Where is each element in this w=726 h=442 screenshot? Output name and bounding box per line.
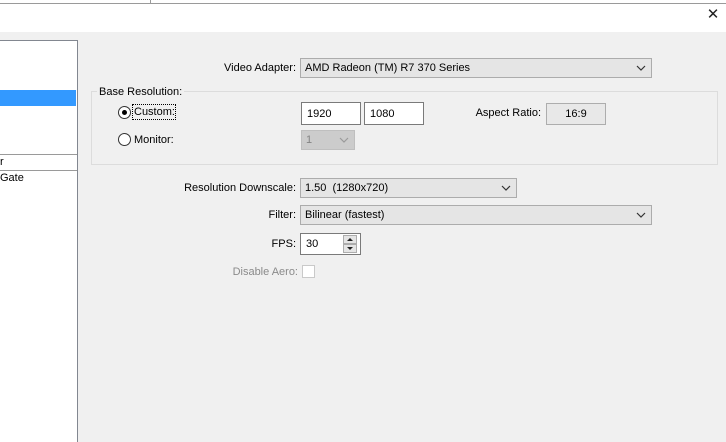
sidebar-item-gate[interactable]: Gate	[0, 171, 24, 185]
resolution-downscale-label: Resolution Downscale:	[184, 182, 296, 194]
monitor-value: 1	[306, 134, 313, 146]
chevron-down-icon	[339, 137, 349, 143]
arrow-up-icon	[347, 238, 353, 241]
title-bar	[0, 4, 726, 32]
monitor-radio[interactable]	[118, 133, 131, 146]
filter-label: Filter:	[268, 209, 297, 221]
video-adapter-label: Video Adapter:	[224, 62, 296, 74]
monitor-select[interactable]: 1	[301, 130, 355, 150]
base-height-value: 1080	[370, 108, 395, 120]
fps-spinner[interactable]	[343, 234, 359, 254]
radio-selected-dot	[122, 110, 127, 115]
fps-increment-button[interactable]	[343, 235, 357, 244]
monitor-label[interactable]: Monitor:	[134, 133, 174, 147]
base-height-input[interactable]: 1080	[364, 102, 424, 125]
filter-select[interactable]: Bilinear (fastest)	[300, 205, 652, 225]
filter-value: Bilinear (fastest)	[305, 209, 385, 221]
base-resolution-title: Base Resolution:	[97, 85, 185, 99]
base-width-input[interactable]: 1920	[301, 102, 361, 125]
disable-aero-checkbox[interactable]	[302, 265, 315, 278]
sidebar-divider	[0, 154, 77, 155]
chevron-down-icon	[636, 212, 646, 218]
settings-window: ✕ r Gate Video Adapter: AMD Radeon (TM) …	[0, 0, 726, 442]
sidebar-item-r[interactable]: r	[0, 155, 4, 169]
video-adapter-select[interactable]: AMD Radeon (TM) R7 370 Series	[300, 58, 652, 78]
sidebar-item-selected[interactable]	[0, 90, 76, 106]
fps-value: 30	[306, 238, 319, 250]
chevron-down-icon	[636, 65, 646, 71]
resolution-downscale-value: 1.50 (1280x720)	[305, 182, 389, 194]
disable-aero-label: Disable Aero:	[232, 266, 298, 278]
close-icon[interactable]: ✕	[704, 6, 722, 24]
custom-label[interactable]: Custom:	[134, 105, 175, 119]
top-strip-divider	[150, 0, 151, 3]
base-width-value: 1920	[307, 108, 332, 120]
aspect-ratio-value: 16:9	[546, 103, 606, 125]
resolution-downscale-select[interactable]: 1.50 (1280x720)	[300, 178, 517, 198]
aspect-ratio-label: Aspect Ratio:	[475, 107, 541, 119]
fps-decrement-button[interactable]	[343, 244, 357, 253]
video-adapter-value: AMD Radeon (TM) R7 370 Series	[305, 62, 471, 74]
chevron-down-icon	[501, 185, 511, 191]
arrow-down-icon	[347, 247, 353, 250]
custom-radio[interactable]	[118, 106, 131, 119]
fps-label: FPS:	[271, 238, 296, 250]
